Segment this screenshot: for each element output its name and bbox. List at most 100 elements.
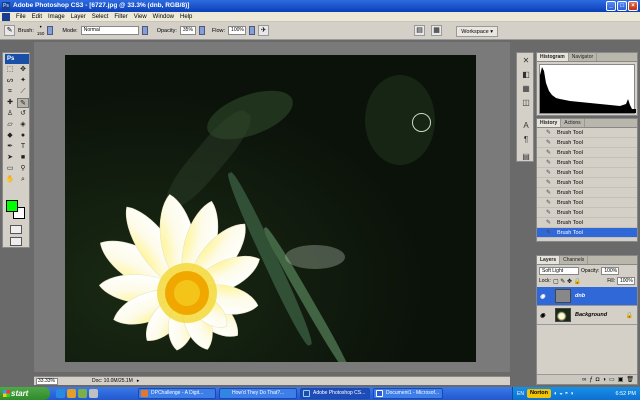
history-item[interactable]: ✎ Brush Tool bbox=[537, 128, 637, 138]
mode-select[interactable]: Normal bbox=[80, 26, 139, 35]
healing-brush-tool-icon[interactable]: ✚ bbox=[4, 98, 16, 108]
task-dpchallenge[interactable]: DPChallenge - A Digit... bbox=[138, 388, 216, 399]
layer-comps-icon[interactable]: ▤ bbox=[520, 151, 532, 162]
status-arrow-icon[interactable]: ▸ bbox=[137, 378, 140, 384]
internet-explorer-icon[interactable] bbox=[56, 389, 65, 398]
document-icon[interactable] bbox=[2, 12, 10, 21]
brush-preset-icon[interactable]: ✎ bbox=[4, 25, 15, 36]
eyedropper-tool-icon[interactable]: ⚲ bbox=[17, 164, 29, 174]
new-layer-icon[interactable]: ▣ bbox=[618, 375, 624, 384]
menu-view[interactable]: View bbox=[131, 14, 150, 20]
marquee-tool-icon[interactable]: ⬚ bbox=[4, 65, 16, 75]
group-icon[interactable]: ▭ bbox=[609, 375, 615, 384]
menu-edit[interactable]: Edit bbox=[29, 14, 45, 20]
adjustment-layer-icon[interactable]: ◑ bbox=[602, 375, 606, 384]
brushes-panel-icon[interactable]: ▦ bbox=[431, 25, 442, 36]
workspace-button[interactable]: Workspace ▾ bbox=[456, 26, 498, 37]
maximize-button[interactable]: □ bbox=[617, 1, 627, 11]
notes-tool-icon[interactable]: ▭ bbox=[4, 164, 16, 174]
tool-presets-icon[interactable]: ✕ bbox=[520, 55, 532, 66]
image-canvas[interactable] bbox=[65, 55, 476, 362]
slice-tool-icon[interactable]: ⟋ bbox=[17, 87, 29, 97]
mode-dropdown[interactable] bbox=[141, 26, 148, 35]
menu-file[interactable]: File bbox=[13, 14, 29, 20]
history-item[interactable]: ✎ Brush Tool bbox=[537, 148, 637, 158]
eraser-tool-icon[interactable]: ▱ bbox=[4, 120, 16, 130]
visibility-eye-icon[interactable]: ◉ bbox=[538, 312, 547, 319]
layer-row-background[interactable]: ◉ Background 🔒 bbox=[537, 306, 637, 325]
history-item[interactable]: ✎ Brush Tool bbox=[537, 208, 637, 218]
tab-navigator[interactable]: Navigator bbox=[569, 53, 598, 61]
brush-tool-icon[interactable]: ✎ bbox=[17, 98, 29, 108]
history-item[interactable]: ✎ Brush Tool bbox=[537, 168, 637, 178]
tab-channels[interactable]: Channels bbox=[560, 256, 589, 264]
lock-icons[interactable]: ▢ ✎ ✥ 🔒 bbox=[553, 278, 581, 285]
magic-wand-tool-icon[interactable]: ✦ bbox=[17, 76, 29, 86]
history-item[interactable]: ✎ Brush Tool bbox=[537, 158, 637, 168]
blur-tool-icon[interactable]: ◆ bbox=[4, 131, 16, 141]
history-item[interactable]: ✎ Brush Tool bbox=[537, 178, 637, 188]
pen-tool-icon[interactable]: ✒ bbox=[4, 142, 16, 152]
tray-icons[interactable]: ◐ ◒ ◓ ◑ bbox=[554, 391, 574, 397]
opacity-slider-toggle[interactable] bbox=[198, 26, 205, 35]
task-howd-they[interactable]: How'd They Do That?... bbox=[219, 388, 297, 399]
layer-mask-icon[interactable]: ◘ bbox=[596, 375, 600, 384]
menu-image[interactable]: Image bbox=[45, 14, 68, 20]
brush-dropdown[interactable] bbox=[47, 26, 54, 35]
zoom-tool-icon[interactable]: ⌕ bbox=[17, 175, 29, 185]
history-item[interactable]: ✎ Brush Tool bbox=[537, 198, 637, 208]
quick-mask-button[interactable] bbox=[10, 225, 22, 234]
color-picker-icon[interactable]: ◧ bbox=[520, 69, 532, 80]
tab-history[interactable]: History bbox=[537, 119, 562, 127]
blend-mode-select[interactable]: Soft Light bbox=[539, 267, 579, 275]
menu-select[interactable]: Select bbox=[89, 14, 112, 20]
brush-picker[interactable]: • 150 bbox=[37, 25, 45, 36]
character-icon[interactable]: A bbox=[520, 120, 532, 131]
outlook-icon[interactable] bbox=[67, 389, 76, 398]
menu-help[interactable]: Help bbox=[177, 14, 195, 20]
layer-style-icon[interactable]: ƒ bbox=[589, 375, 592, 384]
menu-window[interactable]: Window bbox=[150, 14, 177, 20]
history-item[interactable]: ✎ Brush Tool bbox=[537, 218, 637, 228]
type-tool-icon[interactable]: T bbox=[17, 142, 29, 152]
start-button[interactable]: start bbox=[0, 387, 50, 400]
tab-histogram[interactable]: Histogram bbox=[537, 53, 569, 61]
tray-lang[interactable]: EN bbox=[517, 391, 524, 397]
crop-tool-icon[interactable]: ⌗ bbox=[4, 87, 16, 97]
flow-slider-toggle[interactable] bbox=[249, 26, 256, 35]
lasso-tool-icon[interactable]: ᔕ bbox=[4, 76, 16, 86]
minimize-button[interactable]: _ bbox=[606, 1, 616, 11]
screen-mode-button[interactable] bbox=[10, 237, 22, 246]
zoom-field[interactable]: 33.33% bbox=[36, 377, 58, 385]
task-document1[interactable]: Document1 - Microsof... bbox=[373, 388, 443, 399]
history-item[interactable]: ✎ Brush Tool bbox=[537, 188, 637, 198]
path-selection-tool-icon[interactable]: ➤ bbox=[4, 153, 16, 163]
history-brush-tool-icon[interactable]: ↺ bbox=[17, 109, 29, 119]
paint-bucket-tool-icon[interactable]: ◈ bbox=[17, 120, 29, 130]
fill-field[interactable]: 100% bbox=[617, 277, 635, 285]
show-desktop-icon[interactable] bbox=[89, 389, 98, 398]
move-tool-icon[interactable]: ✥ bbox=[17, 65, 29, 75]
flow-field[interactable]: 100% bbox=[228, 26, 247, 35]
norton-icon[interactable]: Norton bbox=[526, 389, 551, 398]
task-photoshop[interactable]: Adobe Photoshop CS... bbox=[300, 388, 370, 399]
opacity-field[interactable]: 35% bbox=[179, 26, 196, 35]
paragraph-icon[interactable]: ¶ bbox=[520, 134, 532, 145]
visibility-eye-icon[interactable]: ◉ bbox=[538, 293, 547, 300]
styles-icon[interactable]: ◫ bbox=[520, 97, 532, 108]
layer-opacity-field[interactable]: 100% bbox=[601, 267, 620, 275]
history-item[interactable]: ✎ Brush Tool bbox=[537, 138, 637, 148]
airbrush-icon[interactable]: ✈ bbox=[258, 25, 270, 36]
clone-stamp-tool-icon[interactable]: ♙ bbox=[4, 109, 16, 119]
close-button[interactable]: × bbox=[628, 1, 638, 11]
foreground-color-swatch[interactable] bbox=[6, 200, 18, 212]
shape-tool-icon[interactable]: ■ bbox=[17, 153, 29, 163]
link-layers-icon[interactable]: ∞ bbox=[582, 375, 586, 384]
menu-filter[interactable]: Filter bbox=[111, 14, 130, 20]
swatches-icon[interactable]: ▦ bbox=[520, 83, 532, 94]
hand-tool-icon[interactable]: ✋ bbox=[4, 175, 16, 185]
menu-layer[interactable]: Layer bbox=[68, 14, 89, 20]
tab-actions[interactable]: Actions bbox=[561, 119, 585, 127]
layer-row-dnb[interactable]: ◉ dnb bbox=[537, 287, 637, 306]
trash-icon[interactable]: 🗑 bbox=[626, 375, 634, 384]
